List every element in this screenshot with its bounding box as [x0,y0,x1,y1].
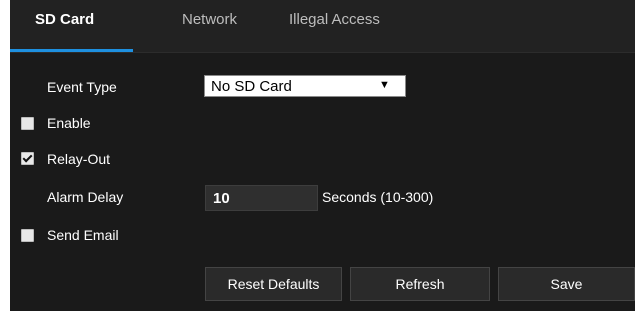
active-tab-indicator [10,49,133,52]
event-type-label: Event Type [47,79,117,95]
event-type-select[interactable]: No SD Card ▼ [204,75,406,97]
alarm-delay-hint: Seconds (10-300) [322,189,434,205]
alarm-delay-input[interactable] [205,185,318,211]
dropdown-arrow-icon: ▼ [379,79,390,91]
send-email-label: Send Email [47,227,119,243]
enable-label: Enable [47,115,91,131]
relay-out-label: Relay-Out [47,151,111,167]
tab-bar: SD Card Network Illegal Access [10,0,635,53]
settings-panel: SD Card Network Illegal Access Event Typ… [10,0,635,311]
save-button[interactable]: Save [498,267,635,301]
reset-defaults-button[interactable]: Reset Defaults [205,267,342,301]
send-email-checkbox[interactable] [21,229,34,242]
alarm-delay-label: Alarm Delay [47,189,124,205]
tab-illegal-access[interactable]: Illegal Access [289,0,380,52]
relay-out-checkbox[interactable] [21,152,34,165]
refresh-button[interactable]: Refresh [350,267,490,301]
enable-checkbox[interactable] [21,117,34,130]
event-type-value: No SD Card [211,78,292,95]
tab-sd-card[interactable]: SD Card [35,0,94,52]
tab-network[interactable]: Network [182,0,237,52]
